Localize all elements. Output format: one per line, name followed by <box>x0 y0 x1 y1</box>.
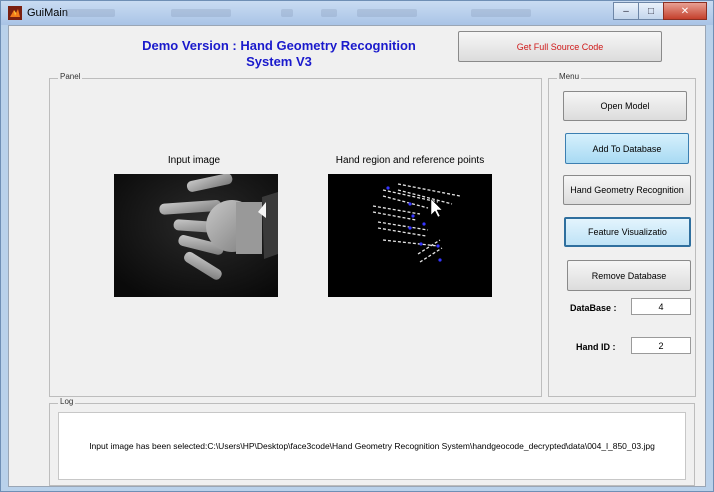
title-bar[interactable]: GuiMain – □ ✕ <box>1 1 713 25</box>
log-legend: Log <box>58 397 76 406</box>
log-message: Input image has been selected:C:\Users\H… <box>58 412 686 480</box>
hand-region-caption: Hand region and reference points <box>335 155 485 166</box>
close-button[interactable]: ✕ <box>663 2 707 20</box>
background-ghost <box>471 9 531 17</box>
window-title: GuiMain <box>27 7 68 19</box>
feature-visualization-button[interactable]: Feature Visualizatio <box>564 217 691 247</box>
hand-id-field[interactable]: 2 <box>631 337 691 354</box>
database-count-field[interactable]: 4 <box>631 298 691 315</box>
panel-legend: Panel <box>58 72 83 81</box>
get-full-source-code-button[interactable]: Get Full Source Code <box>458 31 662 62</box>
app-heading: Demo Version : Hand Geometry Recognition… <box>119 38 439 70</box>
input-image <box>114 174 278 297</box>
background-ghost <box>357 9 417 17</box>
hand-contour-image <box>328 174 492 297</box>
background-ghost <box>65 9 115 17</box>
open-model-button[interactable]: Open Model <box>563 91 687 121</box>
hand-region-image <box>328 174 492 297</box>
maximize-button[interactable]: □ <box>638 2 664 20</box>
menu-legend: Menu <box>557 72 582 81</box>
panel-group: Panel Input image Hand region and refere… <box>49 72 542 397</box>
database-label: DataBase : <box>570 303 617 313</box>
window-controls: – □ ✕ <box>613 2 707 21</box>
app-heading-line1: Demo Version : Hand Geometry Recognition <box>142 38 416 53</box>
hand-id-label: Hand ID : <box>576 342 616 352</box>
hand-photo-image <box>114 174 278 297</box>
background-ghost <box>171 9 231 17</box>
matlab-icon <box>8 6 22 20</box>
minimize-button[interactable]: – <box>613 2 639 20</box>
background-ghost <box>281 9 293 17</box>
app-heading-line2: System V3 <box>246 54 312 69</box>
client-area: Demo Version : Hand Geometry Recognition… <box>8 25 706 487</box>
hand-geometry-recognition-button[interactable]: Hand Geometry Recognition <box>563 175 691 205</box>
log-group: Log Input image has been selected:C:\Use… <box>49 397 695 486</box>
add-to-database-button[interactable]: Add To Database <box>565 133 689 164</box>
input-image-caption: Input image <box>167 155 221 166</box>
background-ghost <box>321 9 337 17</box>
remove-database-button[interactable]: Remove Database <box>567 260 691 291</box>
app-window: GuiMain – □ ✕ Demo Version : Hand Geomet… <box>0 0 714 492</box>
menu-group: Menu Open Model Add To Database Hand Geo… <box>548 72 696 397</box>
